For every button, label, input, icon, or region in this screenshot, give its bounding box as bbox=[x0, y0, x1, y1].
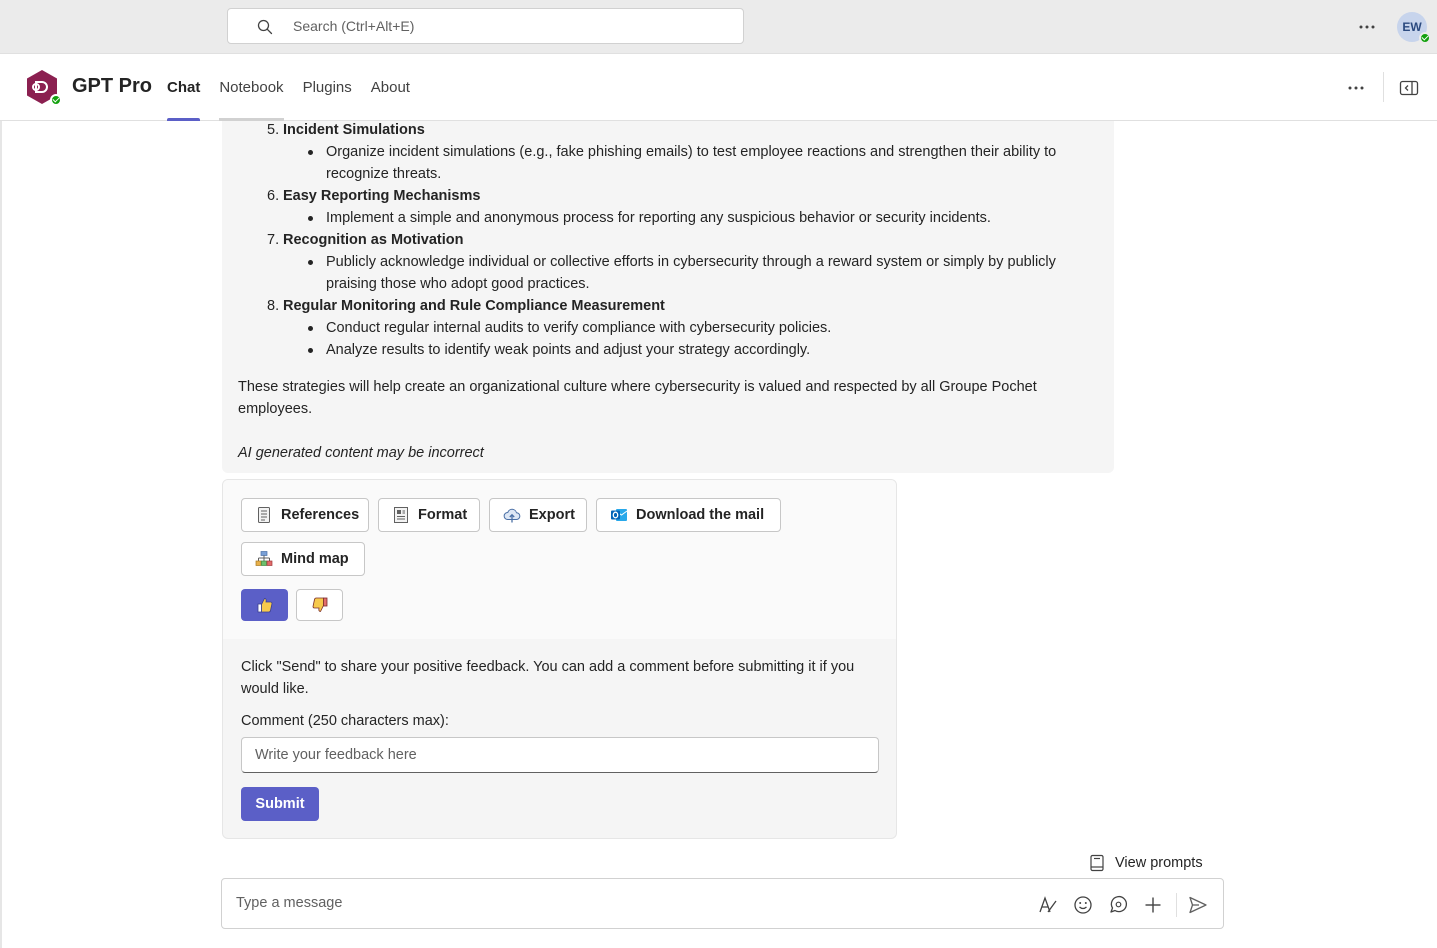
export-button[interactable]: Export bbox=[489, 498, 587, 532]
presence-available-icon bbox=[1419, 32, 1431, 44]
tab-notebook[interactable]: Notebook bbox=[219, 54, 284, 121]
more-options-button[interactable] bbox=[1354, 15, 1380, 39]
conclusion-paragraph: These strategies will help create an org… bbox=[238, 379, 1037, 417]
list-item-title: Recognition as Motivation bbox=[283, 232, 464, 248]
list-number: 6. bbox=[267, 188, 280, 204]
action-card-buttons-area: References Format Export Download the ma… bbox=[223, 480, 896, 639]
app-tabs: Chat Notebook Plugins About bbox=[167, 54, 429, 121]
plus-icon bbox=[1145, 897, 1161, 913]
thumbs-down-button[interactable] bbox=[296, 589, 343, 621]
mind-map-icon bbox=[255, 551, 273, 566]
feedback-message: Click "Send" to share your positive feed… bbox=[241, 659, 855, 697]
download-mail-button[interactable]: Download the mail bbox=[596, 498, 781, 532]
emoji-icon bbox=[1074, 896, 1092, 914]
app-header: GPT Pro Chat Notebook Plugins About bbox=[0, 54, 1437, 121]
app-status-icon bbox=[50, 94, 62, 106]
action-card: References Format Export Download the ma… bbox=[222, 479, 897, 839]
ai-disclaimer: AI generated content may be incorrect bbox=[238, 445, 484, 461]
search-box[interactable]: Search (Ctrl+Alt+E) bbox=[227, 8, 744, 44]
list-number: 5. bbox=[267, 122, 280, 138]
mind-map-button[interactable]: Mind map bbox=[241, 542, 365, 576]
thumbs-up-button[interactable] bbox=[241, 589, 288, 621]
comment-label: Comment (250 characters max): bbox=[241, 713, 449, 729]
format-pen-icon bbox=[1039, 896, 1057, 913]
list-item: 7. Recognition as Motivation bbox=[267, 229, 463, 251]
format-button[interactable]: Format bbox=[378, 498, 480, 532]
avatar-initials: EW bbox=[1402, 20, 1422, 34]
format-label: Format bbox=[418, 507, 468, 523]
search-placeholder: Search (Ctrl+Alt+E) bbox=[293, 18, 415, 34]
app-more-options-button[interactable] bbox=[1343, 76, 1369, 100]
app-title: GPT Pro bbox=[72, 75, 153, 97]
tab-chat[interactable]: Chat bbox=[167, 54, 201, 121]
compose-placeholder: Type a message bbox=[236, 895, 343, 911]
left-rail-divider bbox=[0, 121, 2, 948]
search-icon bbox=[257, 19, 273, 35]
bullet-item: Publicly acknowledge individual or colle… bbox=[308, 251, 1096, 295]
document-icon bbox=[258, 507, 270, 523]
references-button[interactable]: References bbox=[241, 498, 369, 532]
list-item-title: Regular Monitoring and Rule Compliance M… bbox=[283, 298, 665, 314]
format-text-button[interactable] bbox=[1037, 894, 1059, 916]
add-attachment-button[interactable] bbox=[1142, 894, 1164, 916]
header-divider bbox=[1383, 72, 1384, 102]
more-horizontal-icon bbox=[1359, 25, 1375, 29]
bot-message: 5. Incident Simulations Organize incident… bbox=[222, 121, 1114, 473]
layout-icon bbox=[394, 507, 408, 523]
more-horizontal-icon bbox=[1348, 86, 1364, 90]
export-label: Export bbox=[529, 507, 575, 523]
view-prompts-button[interactable]: View prompts bbox=[1089, 853, 1203, 873]
prompts-book-icon bbox=[1090, 854, 1104, 872]
list-item: 6. Easy Reporting Mechanisms bbox=[267, 185, 480, 207]
list-number: 7. bbox=[267, 232, 280, 248]
message-compose-box[interactable]: Type a message bbox=[221, 878, 1224, 929]
app-logo bbox=[24, 69, 62, 106]
send-icon bbox=[1189, 896, 1207, 914]
send-button[interactable] bbox=[1187, 894, 1209, 916]
list-item-title: Easy Reporting Mechanisms bbox=[283, 188, 481, 204]
tab-plugins[interactable]: Plugins bbox=[303, 54, 352, 121]
user-avatar[interactable]: EW bbox=[1397, 12, 1431, 44]
side-panel-toggle-icon[interactable] bbox=[1399, 78, 1419, 98]
outlook-icon bbox=[611, 509, 628, 521]
list-number: 8. bbox=[267, 298, 280, 314]
loop-button[interactable] bbox=[1107, 894, 1129, 916]
list-item-title: Incident Simulations bbox=[283, 122, 425, 138]
thumbs-down-icon bbox=[312, 597, 327, 612]
cloud-upload-icon bbox=[503, 508, 521, 523]
feedback-comment-input[interactable] bbox=[241, 737, 879, 773]
bullet-item: Implement a simple and anonymous process… bbox=[308, 207, 1096, 229]
mind-map-label: Mind map bbox=[281, 551, 349, 567]
bullet-item: Conduct regular internal audits to verif… bbox=[308, 317, 1096, 339]
bullet-item: Organize incident simulations (e.g., fak… bbox=[308, 141, 1096, 185]
compose-divider bbox=[1176, 893, 1177, 917]
submit-button[interactable]: Submit bbox=[241, 787, 319, 821]
list-item: 8. Regular Monitoring and Rule Compliance… bbox=[267, 295, 665, 317]
bullet-item: Analyze results to identify weak points … bbox=[308, 339, 1096, 361]
list-item: 5. Incident Simulations bbox=[267, 119, 425, 141]
emoji-button[interactable] bbox=[1072, 894, 1094, 916]
loop-chat-icon bbox=[1110, 895, 1128, 913]
view-prompts-label: View prompts bbox=[1115, 855, 1203, 871]
references-label: References bbox=[281, 507, 360, 523]
tab-about[interactable]: About bbox=[371, 54, 410, 121]
top-bar: Search (Ctrl+Alt+E) EW bbox=[0, 0, 1437, 54]
thumbs-up-icon bbox=[257, 598, 272, 613]
download-mail-label: Download the mail bbox=[636, 507, 765, 523]
